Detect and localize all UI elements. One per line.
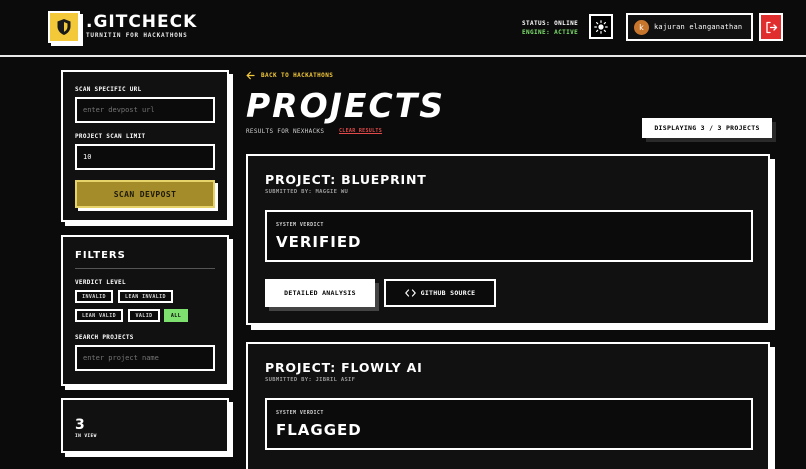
filter-chip-valid[interactable]: VALID xyxy=(128,309,160,322)
verdict-box: SYSTEM VERDICT FLAGGED xyxy=(265,398,753,450)
logout-button[interactable] xyxy=(759,13,783,41)
github-source-label: GITHUB SOURCE xyxy=(420,289,476,297)
filter-chip-lean-invalid[interactable]: LEAN INVALID xyxy=(118,290,173,303)
code-icon xyxy=(404,289,416,297)
shield-icon[interactable] xyxy=(48,11,80,43)
app-header: .GITCHECK TURNITIN FOR HACKATHONS STATUS… xyxy=(0,0,806,57)
user-menu-button[interactable]: k kajuran elanganathan xyxy=(626,13,753,41)
logout-icon xyxy=(765,21,777,33)
project-submitter: SUBMITTED BY: MAGGIE WU xyxy=(265,189,349,195)
scan-url-label: SCAN SPECIFIC URL xyxy=(75,86,142,93)
search-projects-input[interactable] xyxy=(75,345,215,371)
sun-icon xyxy=(594,19,608,34)
project-title: PROJECT: BLUEPRINT xyxy=(265,172,427,187)
back-to-hackathons-link[interactable]: BACK TO HACKATHONS xyxy=(246,71,333,80)
project-card: PROJECT: BLUEPRINT SUBMITTED BY: MAGGIE … xyxy=(246,154,770,325)
divider xyxy=(75,268,215,269)
verdict-box: SYSTEM VERDICT VERIFIED xyxy=(265,210,753,262)
in-view-label: IN VIEW xyxy=(75,434,97,439)
status-engine: ENGINE: ACTIVE xyxy=(522,29,579,36)
scan-limit-input[interactable] xyxy=(75,144,215,170)
filter-chip-lean-valid[interactable]: LEAN VALID xyxy=(75,309,123,322)
filters-panel: FILTERS VERDICT LEVEL INVALID LEAN INVAL… xyxy=(61,235,229,386)
project-submitter: SUBMITTED BY: JIBRIL ASIF xyxy=(265,377,356,383)
arrow-left-icon xyxy=(246,71,255,80)
results-for-label: RESULTS FOR NEXHACKS xyxy=(246,128,325,135)
status-online: STATUS: ONLINE xyxy=(522,20,579,27)
scan-devpost-button[interactable]: SCAN DEVPOST xyxy=(75,180,215,208)
verdict-value: FLAGGED xyxy=(276,421,362,439)
brand-name[interactable]: .GITCHECK xyxy=(86,12,197,32)
user-name: kajuran elanganathan xyxy=(654,23,743,31)
github-source-button[interactable]: GITHUB SOURCE xyxy=(384,279,496,307)
project-title: PROJECT: FLOWLY AI xyxy=(265,360,423,375)
devpost-url-input[interactable] xyxy=(75,97,215,123)
back-link-label: BACK TO HACKATHONS xyxy=(261,72,334,79)
scan-limit-label: PROJECT SCAN LIMIT xyxy=(75,133,146,140)
scan-panel: SCAN SPECIFIC URL PROJECT SCAN LIMIT SCA… xyxy=(61,70,229,222)
displaying-count-badge: DISPLAYING 3 / 3 PROJECTS xyxy=(642,118,772,138)
project-card: PROJECT: FLOWLY AI SUBMITTED BY: JIBRIL … xyxy=(246,342,770,469)
verdict-value: VERIFIED xyxy=(276,233,362,251)
verdict-label: SYSTEM VERDICT xyxy=(276,222,324,228)
detailed-analysis-button[interactable]: DETAILED ANALYSIS xyxy=(265,279,375,307)
filters-title: FILTERS xyxy=(75,250,126,261)
avatar: k xyxy=(634,19,649,35)
verdict-level-label: VERDICT LEVEL xyxy=(75,279,126,286)
search-projects-label: SEARCH PROJECTS xyxy=(75,334,134,341)
filter-chip-all[interactable]: ALL xyxy=(164,309,188,322)
clear-results-link[interactable]: CLEAR RESULTS xyxy=(339,128,382,134)
page-title: PROJECTS xyxy=(246,86,445,125)
in-view-count-panel: 3 IN VIEW xyxy=(61,398,229,453)
in-view-count: 3 xyxy=(75,417,85,433)
system-status: STATUS: ONLINE ENGINE: ACTIVE xyxy=(522,19,578,37)
theme-toggle-button[interactable] xyxy=(589,14,613,39)
brand-tagline: TURNITIN FOR HACKATHONS xyxy=(86,32,188,39)
verdict-label: SYSTEM VERDICT xyxy=(276,410,324,416)
filter-chip-invalid[interactable]: INVALID xyxy=(75,290,113,303)
